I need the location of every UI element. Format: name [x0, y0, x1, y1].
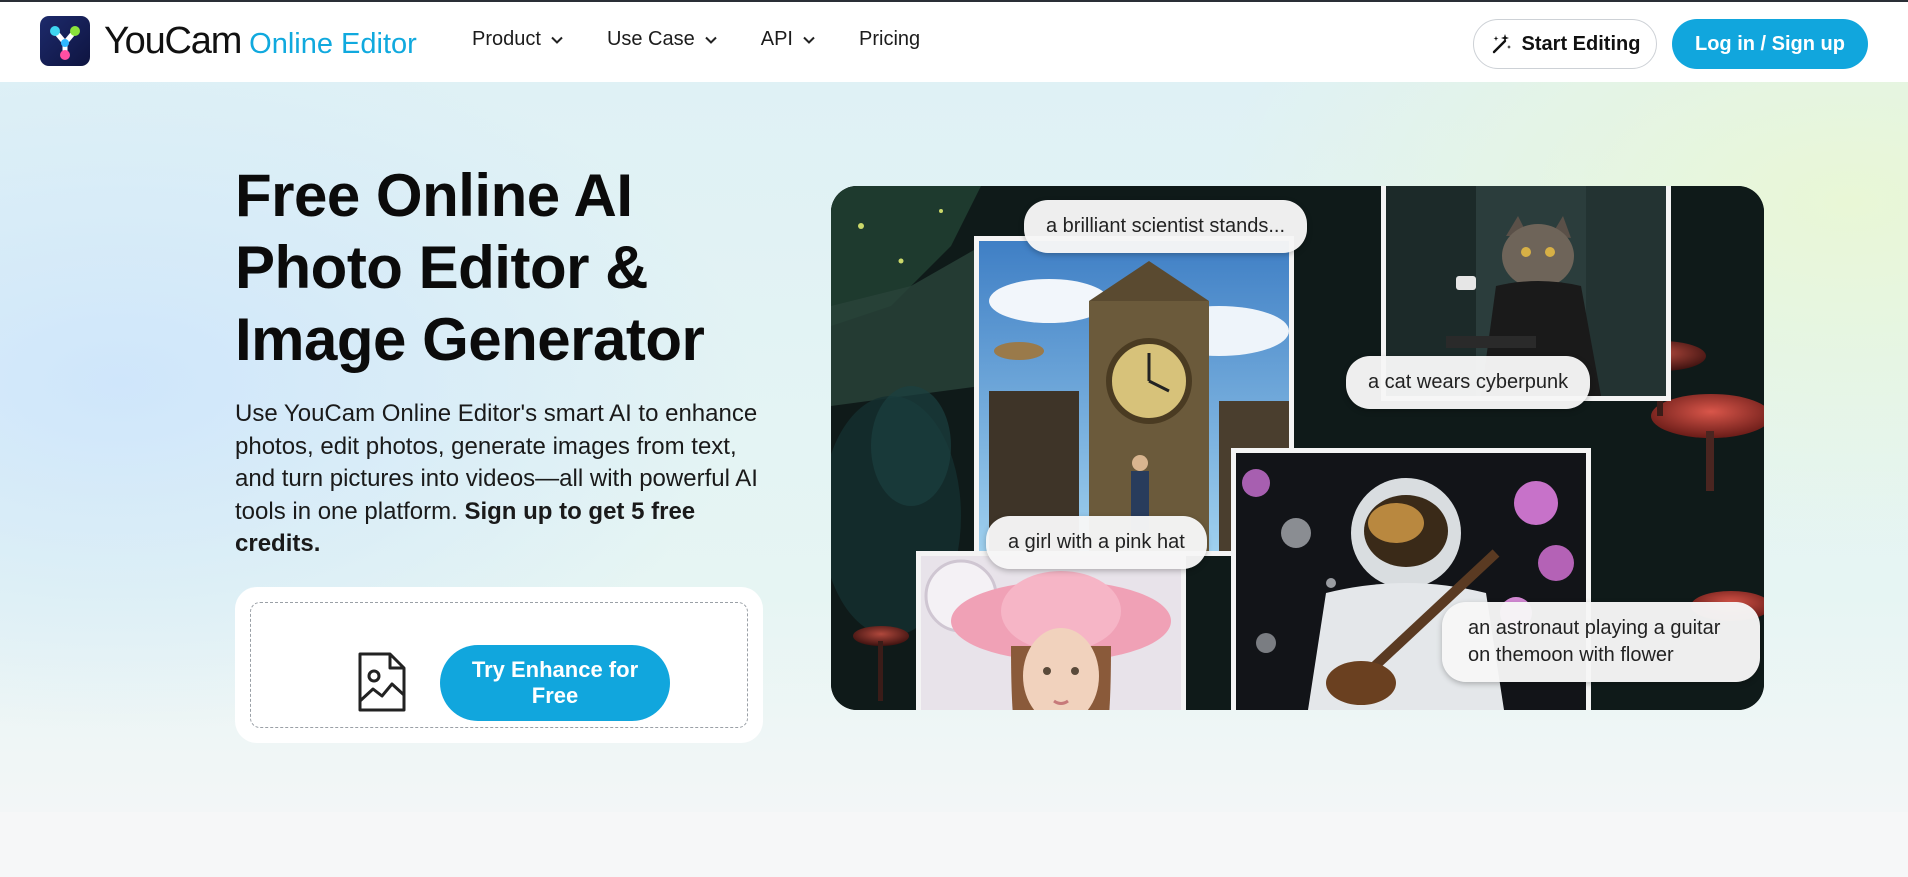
next-section-band [0, 812, 1908, 877]
hero-description: Use YouCam Online Editor's smart AI to e… [235, 398, 770, 561]
logo[interactable]: YouCam Online Editor [40, 16, 417, 66]
upload-card: Try Enhance for Free [235, 587, 763, 743]
nav-label: Product [472, 28, 541, 50]
upload-dropzone[interactable]: Try Enhance for Free [250, 602, 748, 728]
site-header: YouCam Online Editor Product Use Case AP… [0, 2, 1908, 82]
caption-astronaut: an astronaut playing a guitar on themoon… [1442, 602, 1760, 682]
image-file-icon [358, 652, 406, 712]
nav-label: Use Case [606, 28, 695, 50]
caption-text: a brilliant scientist stands... [1046, 215, 1285, 237]
login-signup-label: Log in / Sign up [1695, 32, 1845, 55]
nav-api[interactable]: API [761, 28, 815, 51]
start-editing-button[interactable]: Start Editing [1473, 19, 1657, 69]
caption-cat: a cat wears cyberpunk [1346, 356, 1591, 409]
caption-text: a girl with a pink hat [1008, 531, 1185, 553]
nav-use-case[interactable]: Use Case [607, 28, 717, 51]
nav-label: API [760, 28, 793, 50]
login-signup-button[interactable]: Log in / Sign up [1672, 19, 1868, 69]
brand-suffix: Online Editor [249, 27, 417, 60]
hero-title: Free Online AI Photo Editor & Image Gene… [235, 162, 705, 373]
caption-text: a cat wears cyberpunk [1368, 371, 1569, 393]
brand-name: YouCam [104, 19, 242, 62]
try-enhance-button[interactable]: Try Enhance for Free [440, 645, 670, 721]
magic-wand-icon [1492, 34, 1511, 54]
chevron-down-icon [705, 36, 717, 44]
caption-text: an astronaut playing a guitar on themoon… [1468, 617, 1721, 666]
ai-image-collage: a brilliant scientist stands... a cat we… [831, 186, 1764, 710]
caption-girl: a girl with a pink hat [986, 516, 1207, 569]
nav-product[interactable]: Product [472, 28, 563, 51]
nav-label: Pricing [859, 28, 921, 50]
main-nav: Product Use Case API Pricing [472, 28, 964, 51]
chevron-down-icon [551, 36, 563, 44]
photo-pink-hat-girl [916, 551, 1186, 710]
caption-scientist: a brilliant scientist stands... [1024, 200, 1307, 253]
logo-icon [40, 16, 90, 66]
try-enhance-label: Try Enhance for Free [471, 657, 639, 708]
start-editing-label: Start Editing [1521, 32, 1641, 55]
nav-pricing[interactable]: Pricing [859, 28, 920, 51]
chevron-down-icon [803, 36, 815, 44]
